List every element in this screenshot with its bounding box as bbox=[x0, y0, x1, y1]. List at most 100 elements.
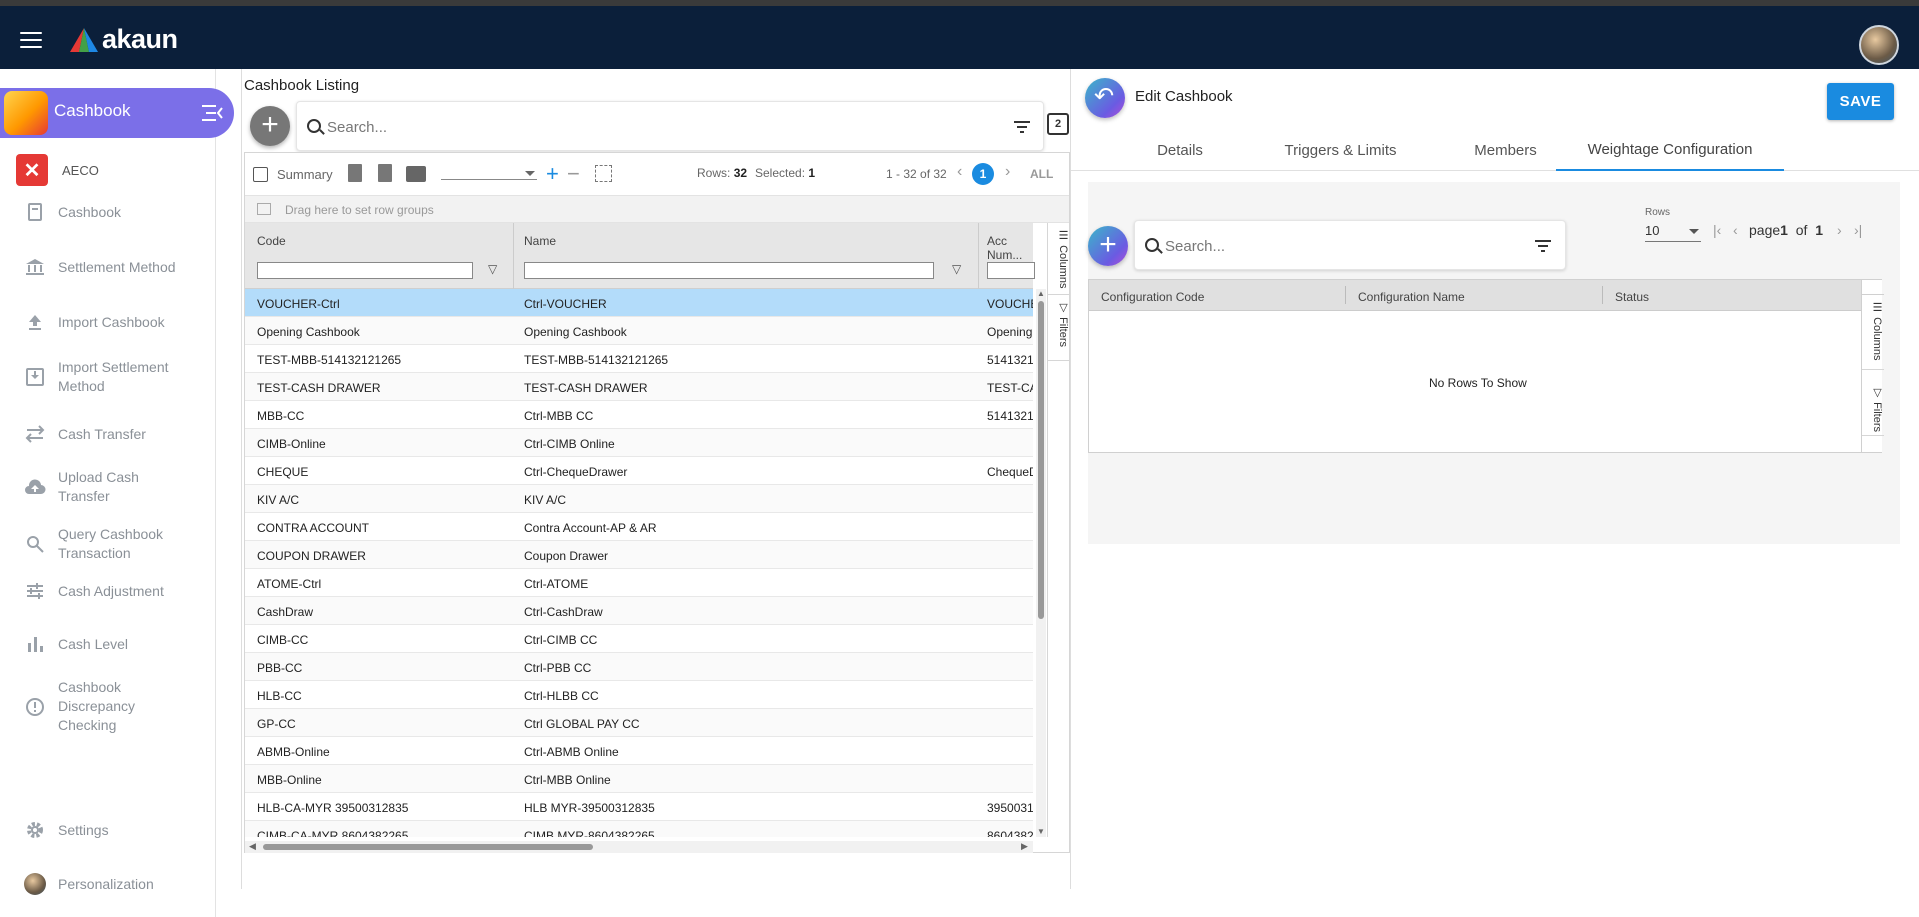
column-header-name[interactable]: Name bbox=[524, 234, 556, 248]
grid-layout-icon[interactable] bbox=[595, 165, 612, 182]
expand-icon[interactable]: + bbox=[546, 161, 559, 187]
columns-panel-button[interactable]: ☰ Columns bbox=[1862, 294, 1884, 370]
add-cashbook-button[interactable]: + bbox=[250, 106, 290, 146]
sidebar-item-cash-adjustment[interactable]: Cash Adjustment bbox=[24, 580, 188, 602]
menu-icon[interactable] bbox=[20, 32, 42, 48]
horizontal-scrollbar[interactable]: ◀ ▶ bbox=[245, 841, 1033, 853]
tab-members[interactable]: Members bbox=[1446, 129, 1565, 171]
filter-input-acc-num[interactable] bbox=[987, 262, 1035, 279]
cell-acc: TEST-CA bbox=[987, 381, 1033, 395]
table-row[interactable]: GP-CC Ctrl GLOBAL PAY CC bbox=[245, 709, 1033, 737]
table-row[interactable]: CIMB-CC Ctrl-CIMB CC bbox=[245, 625, 1033, 653]
add-configuration-button[interactable]: + bbox=[1088, 226, 1128, 266]
listing-search-input[interactable] bbox=[327, 116, 987, 138]
table-row[interactable]: KIV A/C KIV A/C bbox=[245, 485, 1033, 513]
config-search-input[interactable] bbox=[1165, 235, 1525, 257]
table-row[interactable]: HLB-CA-MYR 39500312835 HLB MYR-3950031283… bbox=[245, 793, 1033, 821]
wallet-icon bbox=[4, 91, 48, 135]
sidebar-item-query-cashbook-transaction[interactable]: Query Cashbook Transaction bbox=[24, 525, 188, 563]
first-page-icon[interactable]: |‹ bbox=[1713, 222, 1721, 238]
sidebar-item-personalization[interactable]: Personalization bbox=[24, 873, 188, 895]
sidebar-item-cash-level[interactable]: Cash Level bbox=[24, 633, 188, 655]
table-row[interactable]: ABMB-Online Ctrl-ABMB Online bbox=[245, 737, 1033, 765]
horizontal-scroll-thumb[interactable] bbox=[263, 844, 593, 850]
table-row[interactable]: CIMB-Online Ctrl-CIMB Online bbox=[245, 429, 1033, 457]
column-header-configuration-name[interactable]: Configuration Name bbox=[1358, 290, 1465, 304]
user-avatar[interactable] bbox=[1859, 25, 1899, 65]
document-icon[interactable] bbox=[348, 164, 362, 182]
columns-panel-button[interactable]: ☰ Columns bbox=[1048, 223, 1070, 295]
table-row[interactable]: CashDraw Ctrl-CashDraw bbox=[245, 597, 1033, 625]
table-row[interactable]: HLB-CC Ctrl-HLBB CC bbox=[245, 681, 1033, 709]
chevron-down-icon[interactable] bbox=[525, 171, 535, 181]
last-page-icon[interactable]: ›| bbox=[1854, 222, 1862, 238]
summary-checkbox[interactable] bbox=[253, 167, 268, 182]
filter-icon[interactable] bbox=[1535, 240, 1551, 252]
rows-per-page-label: Rows bbox=[1645, 207, 1671, 218]
tab-weightage-configuration[interactable]: Weightage Configuration bbox=[1556, 129, 1784, 171]
printer-icon[interactable] bbox=[406, 166, 426, 182]
rows-per-page-select[interactable]: 10 bbox=[1645, 223, 1701, 242]
cell-code: PBB-CC bbox=[257, 661, 303, 675]
cell-name: KIV A/C bbox=[524, 493, 567, 507]
sidebar-item-settlement-method[interactable]: Settlement Method bbox=[24, 256, 188, 278]
table-row[interactable]: PBB-CC Ctrl-PBB CC bbox=[245, 653, 1033, 681]
transfer-arrows-icon bbox=[24, 423, 46, 445]
table-row[interactable]: CONTRA ACCOUNT Contra Account-AP & AR bbox=[245, 513, 1033, 541]
sidebar-item-settings[interactable]: Settings bbox=[24, 819, 188, 841]
sidebar-item-cashbook[interactable]: Cashbook bbox=[24, 201, 188, 223]
column-header-acc-num[interactable]: Acc Num... bbox=[987, 234, 1033, 262]
sidebar-item-cash-transfer[interactable]: Cash Transfer bbox=[24, 423, 188, 445]
table-row[interactable]: TEST-MBB-514132121265 TEST-MBB-5141321212… bbox=[245, 345, 1033, 373]
filter-input-code[interactable] bbox=[257, 262, 473, 279]
back-button[interactable] bbox=[1085, 78, 1125, 118]
document-export-icon[interactable] bbox=[378, 164, 392, 182]
collapse-icon[interactable]: − bbox=[567, 161, 580, 187]
column-header-configuration-code[interactable]: Configuration Code bbox=[1101, 290, 1204, 304]
table-row[interactable]: MBB-CC Ctrl-MBB CC 5141321 bbox=[245, 401, 1033, 429]
table-row[interactable]: VOUCHER-Ctrl Ctrl-VOUCHER VOUCHER bbox=[245, 289, 1033, 317]
sidebar-app-header[interactable]: Cashbook bbox=[0, 88, 234, 138]
table-row[interactable]: Opening Cashbook Opening Cashbook Opening bbox=[245, 317, 1033, 345]
filters-panel-button[interactable]: ▽ Filters bbox=[1862, 380, 1884, 436]
app-logo[interactable]: akaun bbox=[70, 24, 178, 55]
next-page-icon[interactable]: › bbox=[1005, 163, 1010, 181]
sidebar-item-upload-cash-transfer[interactable]: Upload Cash Transfer bbox=[24, 468, 188, 506]
table-row[interactable]: CHEQUE Ctrl-ChequeDrawer ChequeD bbox=[245, 457, 1033, 485]
filter-input-name[interactable] bbox=[524, 262, 934, 279]
copy-icon[interactable]: 2 bbox=[1047, 113, 1069, 135]
prev-page-icon[interactable]: ‹ bbox=[1733, 222, 1738, 238]
company-logo-icon: ✕ bbox=[16, 154, 48, 186]
vertical-scrollbar[interactable]: ▲ ▼ bbox=[1036, 289, 1046, 837]
cell-code: CashDraw bbox=[257, 605, 314, 619]
current-page-badge[interactable]: 1 bbox=[972, 163, 994, 185]
table-row[interactable]: MBB-Online Ctrl-MBB Online bbox=[245, 765, 1033, 793]
table-row[interactable]: ATOME-Ctrl Ctrl-ATOME bbox=[245, 569, 1033, 597]
row-group-bar[interactable]: Drag here to set row groups bbox=[245, 195, 1069, 223]
table-row[interactable]: CIMB-CA-MYR 8604382265 CIMB MYR-860438226… bbox=[245, 821, 1033, 837]
table-row[interactable]: COUPON DRAWER Coupon Drawer bbox=[245, 541, 1033, 569]
sidebar-item-import-cashbook[interactable]: Import Cashbook bbox=[24, 311, 188, 333]
edit-title: Edit Cashbook bbox=[1135, 88, 1233, 105]
group-select[interactable] bbox=[441, 179, 537, 180]
prev-page-icon[interactable]: ‹ bbox=[957, 163, 962, 181]
column-header-code[interactable]: Code bbox=[257, 234, 286, 248]
all-pages-button[interactable]: ALL bbox=[1030, 167, 1053, 181]
sidebar-item-cashbook-discrepancy-checking[interactable]: Cashbook Discrepancy Checking bbox=[24, 678, 188, 735]
tab-triggers-limits[interactable]: Triggers & Limits bbox=[1248, 129, 1433, 171]
next-page-icon[interactable]: › bbox=[1837, 222, 1842, 238]
tab-details[interactable]: Details bbox=[1126, 129, 1234, 171]
cell-acc: ChequeD bbox=[987, 465, 1033, 479]
filter-icon[interactable] bbox=[1014, 121, 1030, 133]
column-header-status[interactable]: Status bbox=[1615, 290, 1649, 304]
filter-funnel-icon[interactable]: ▽ bbox=[952, 262, 961, 276]
table-row[interactable]: TEST-CASH DRAWER TEST-CASH DRAWER TEST-CA bbox=[245, 373, 1033, 401]
vertical-scroll-thumb[interactable] bbox=[1038, 301, 1044, 619]
collapse-menu-icon[interactable] bbox=[200, 102, 224, 124]
filter-funnel-icon[interactable]: ▽ bbox=[488, 262, 497, 276]
filters-panel-button[interactable]: ▽ Filters bbox=[1048, 295, 1070, 361]
cell-name: Coupon Drawer bbox=[524, 549, 609, 563]
sidebar-item-import-settlement-method[interactable]: Import Settlement Method bbox=[24, 358, 188, 396]
company-selector[interactable]: ✕ AECO bbox=[16, 154, 99, 186]
save-button[interactable]: SAVE bbox=[1827, 83, 1894, 120]
